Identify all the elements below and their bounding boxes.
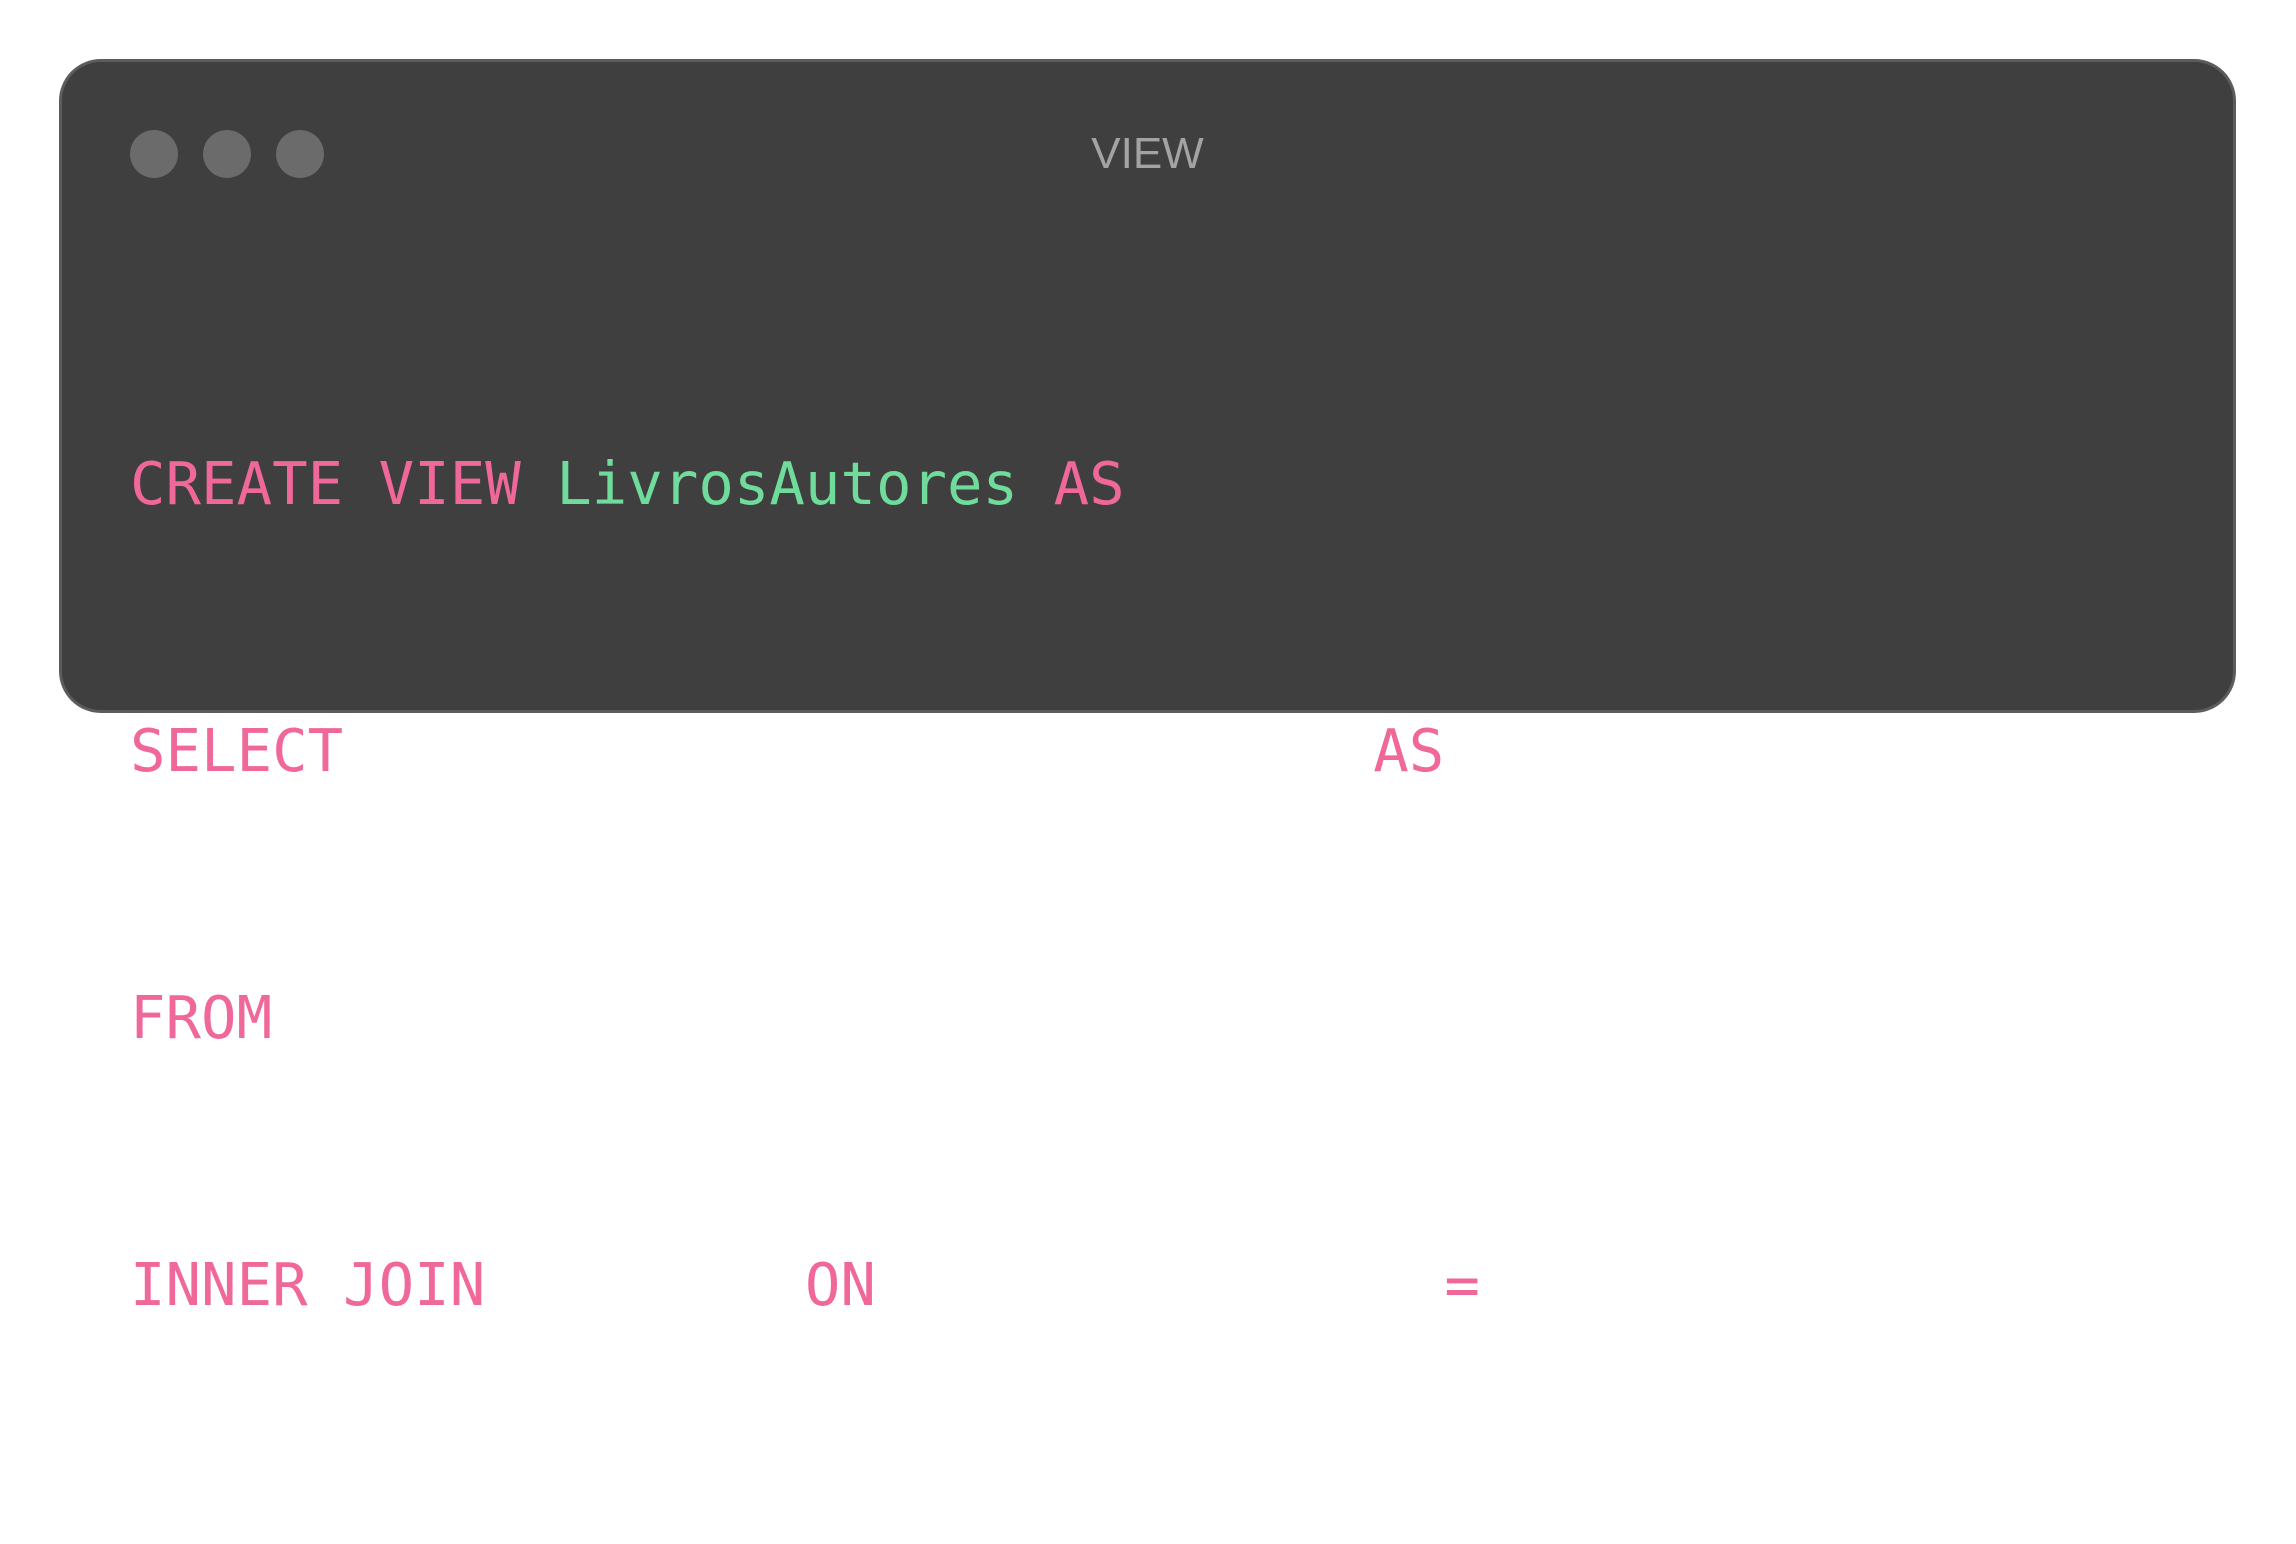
code-token: LivrosAutores xyxy=(556,449,1054,518)
code-token: ON xyxy=(804,1250,912,1319)
code-token: AS xyxy=(1053,449,1125,518)
code-window: VIEW CREATE VIEW LivrosAutores AS SELECT… xyxy=(59,59,2236,1319)
code-line-3: FROM Livros xyxy=(130,973,2084,1062)
code-token: FROM xyxy=(130,983,308,1052)
code-token: CREATE VIEW xyxy=(130,449,557,518)
code-token: AS xyxy=(1373,716,1480,785)
code-token: SELECT xyxy=(130,716,379,785)
code-line-1: CREATE VIEW LivrosAutores AS xyxy=(130,439,2084,528)
code-token: Autor xyxy=(1479,716,1658,785)
code-token: = xyxy=(1444,1250,1516,1319)
code-line-4: INNER JOIN Autores ON Livros.AutorID = A… xyxy=(130,1240,2084,1329)
code-token: Autores.AutorID; xyxy=(1515,1250,2084,1319)
code-token: Livros xyxy=(307,983,521,1052)
code-token: Autores xyxy=(520,1250,805,1319)
code-line-2: SELECT Livros.Titulo, Autores.Nome AS Au… xyxy=(130,706,2084,795)
code-block: CREATE VIEW LivrosAutores AS SELECT Livr… xyxy=(130,306,2084,1544)
code-token: Livros.Titulo, Autores.Nome xyxy=(378,716,1374,785)
code-token: Livros.AutorID xyxy=(911,1250,1445,1319)
code-token: INNER JOIN xyxy=(130,1250,521,1319)
window-title: VIEW xyxy=(1091,129,1204,178)
